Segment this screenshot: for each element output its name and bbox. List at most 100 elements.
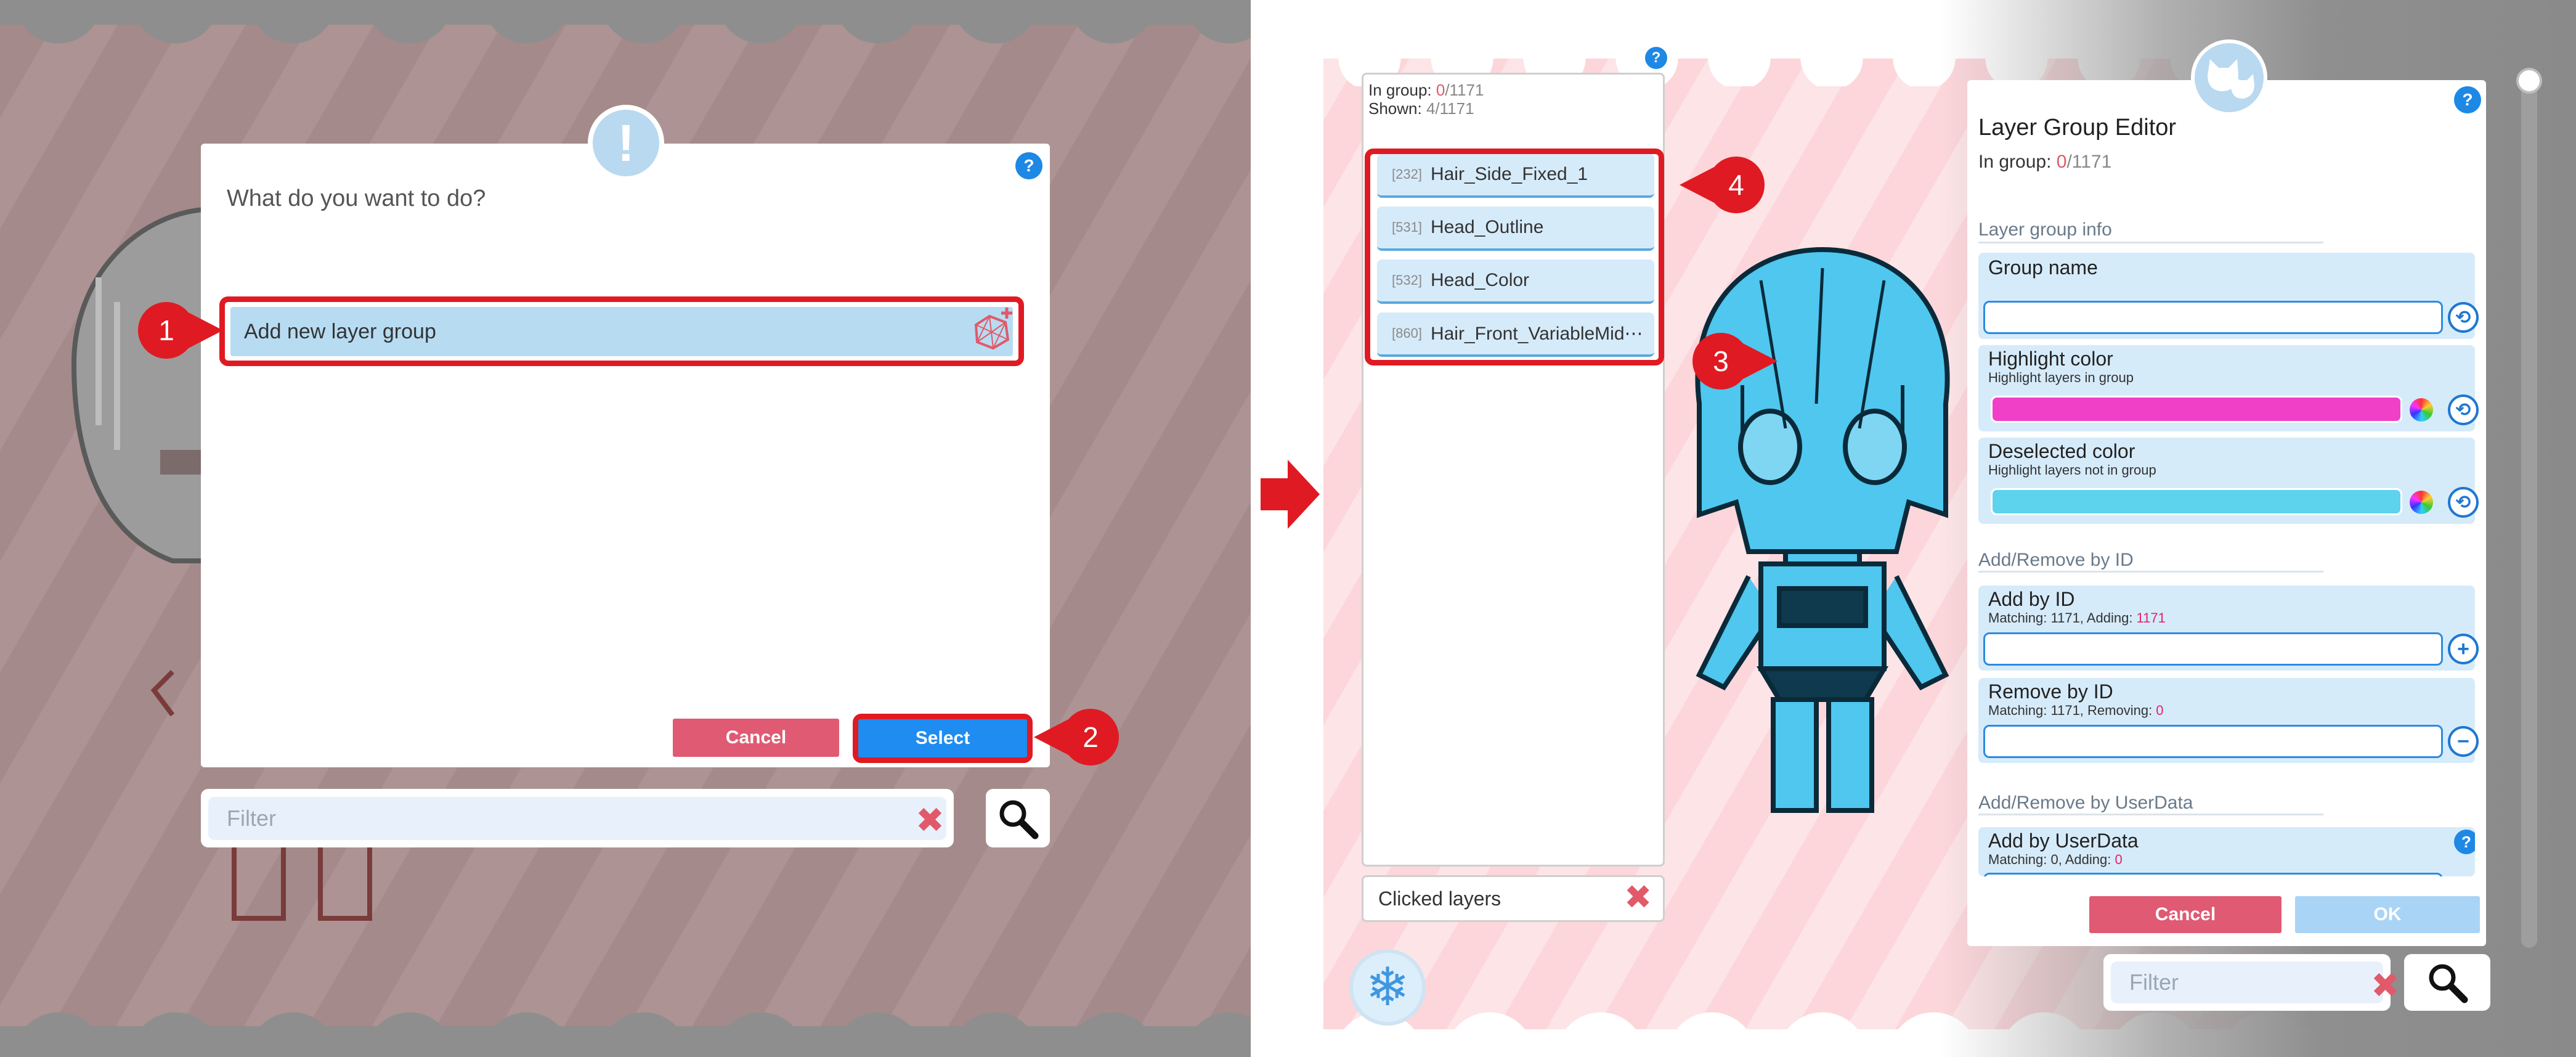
editor-filter-input[interactable]: Filter bbox=[2111, 961, 2383, 1003]
clear-clicked-layers-icon[interactable]: ✖ bbox=[1624, 878, 1652, 916]
layer-group-editor: Layer Group Editor In group: 0/1171 ? La… bbox=[1967, 80, 2486, 946]
add-by-id-sub-text: Matching: 1171, Adding: bbox=[1988, 610, 2137, 626]
group-name-card: Group name ⟲ bbox=[1978, 253, 2479, 339]
bottom-band bbox=[0, 1026, 1251, 1057]
clicked-layers-filter[interactable]: Clicked layers bbox=[1362, 875, 1665, 922]
highlight-box-layers bbox=[1365, 149, 1664, 365]
search-icon bbox=[999, 800, 1039, 839]
section-add-remove-by-id: Add/Remove by ID bbox=[1978, 550, 2323, 573]
search-button[interactable] bbox=[986, 789, 1050, 847]
list-stats: In group: 0/1171 Shown: 4/1171 bbox=[1368, 81, 1484, 118]
shown-value: 4/1171 bbox=[1426, 99, 1474, 118]
color-wheel-icon[interactable] bbox=[2410, 398, 2433, 422]
remove-by-id-label: Remove by ID bbox=[1988, 680, 2113, 703]
editor-filter-placeholder: Filter bbox=[2129, 969, 2179, 995]
editor-help-icon[interactable]: ? bbox=[2454, 86, 2481, 113]
layer-list-panel: In group: 0/1171 Shown: 4/1171 [232] Hair… bbox=[1362, 73, 1665, 867]
deselected-color-swatch[interactable] bbox=[1991, 488, 2402, 515]
filter-bar: Filter ✖ bbox=[201, 789, 954, 847]
in-group-value: 0 bbox=[1436, 81, 1445, 99]
exclamation-icon: ! bbox=[588, 105, 664, 181]
section-layer-group-info: Layer group info bbox=[1978, 219, 2323, 243]
left-screenshot-panel: What do you want to do? ? Add new layer … bbox=[0, 0, 1251, 1057]
add-by-id-input[interactable] bbox=[1983, 632, 2443, 666]
editor-filter-bar: Filter ✖ bbox=[2103, 954, 2400, 1011]
add-icon[interactable]: + bbox=[2448, 634, 2479, 664]
top-band bbox=[0, 0, 1251, 25]
marker-2: 2 bbox=[1023, 706, 1121, 771]
reset-deselected-color-icon[interactable]: ⟲ bbox=[2448, 487, 2479, 518]
right-arrow-icon bbox=[1261, 460, 1320, 529]
marker-1-label: 1 bbox=[158, 314, 174, 346]
select-button[interactable]: Select bbox=[858, 719, 1027, 757]
deselected-color-sub: Highlight layers not in group bbox=[1988, 462, 2156, 478]
marker-4: 4 bbox=[1668, 154, 1767, 219]
marker-4-label: 4 bbox=[1728, 169, 1744, 201]
color-wheel-icon[interactable] bbox=[2410, 491, 2433, 514]
remove-by-id-sub: Matching: 1171, Removing: 0 bbox=[1988, 703, 2164, 719]
remove-by-id-input[interactable] bbox=[1983, 725, 2443, 758]
group-name-label: Group name bbox=[1988, 256, 2098, 279]
help-icon[interactable]: ? bbox=[1015, 152, 1042, 179]
add-by-id-count: 1171 bbox=[2136, 610, 2166, 626]
option-label: Add new layer group bbox=[244, 319, 436, 343]
add-by-userdata-count: 0 bbox=[2115, 852, 2123, 867]
editor-title: Layer Group Editor bbox=[1978, 115, 2177, 141]
layer-group-add-icon bbox=[974, 308, 1012, 350]
in-group-total: /1171 bbox=[1445, 81, 1484, 99]
highlight-color-card: Highlight color Highlight layers in grou… bbox=[1978, 345, 2479, 431]
remove-icon[interactable]: − bbox=[2448, 726, 2479, 757]
deselected-color-card: Deselected color Highlight layers not in… bbox=[1978, 438, 2479, 524]
marker-1: 1 bbox=[136, 300, 228, 364]
remove-by-id-card: Remove by ID Matching: 1171, Removing: 0… bbox=[1978, 678, 2479, 763]
reset-group-name-icon[interactable]: ⟲ bbox=[2448, 302, 2479, 333]
cats-glyph bbox=[2208, 59, 2254, 99]
filter-input[interactable]: Filter bbox=[208, 797, 946, 840]
editor-in-group: In group: 0/1171 bbox=[1978, 152, 2111, 173]
remove-by-id-sub-text: Matching: 1171, Removing: bbox=[1988, 703, 2156, 718]
list-help-icon[interactable]: ? bbox=[1645, 47, 1667, 69]
reset-highlight-color-icon[interactable]: ⟲ bbox=[2448, 394, 2479, 425]
filter-placeholder: Filter bbox=[227, 806, 276, 831]
add-by-userdata-sub: Matching: 0, Adding: 0 bbox=[1988, 852, 2123, 868]
cancel-button[interactable]: Cancel bbox=[673, 719, 839, 757]
clear-filter-icon[interactable]: ✖ bbox=[916, 800, 945, 841]
vertical-slider-handle[interactable] bbox=[2516, 68, 2542, 94]
highlight-color-label: Highlight color bbox=[1988, 348, 2113, 370]
highlight-color-swatch[interactable] bbox=[1991, 396, 2402, 423]
editor-in-group-label: In group: bbox=[1978, 152, 2057, 172]
add-new-layer-group-option[interactable]: Add new layer group bbox=[230, 307, 1013, 356]
action-dialog: What do you want to do? ? Add new layer … bbox=[201, 144, 1050, 767]
marker-3: 3 bbox=[1690, 330, 1789, 395]
userdata-help-icon[interactable]: ? bbox=[2454, 830, 2475, 854]
shown-label: Shown: bbox=[1368, 99, 1426, 118]
cats-icon bbox=[2191, 39, 2267, 116]
in-group-label: In group: bbox=[1368, 81, 1436, 99]
add-by-userdata-label: Add by UserData bbox=[1988, 830, 2139, 852]
deselected-color-label: Deselected color bbox=[1988, 440, 2135, 462]
remove-by-id-count: 0 bbox=[2156, 703, 2164, 718]
snowflake-icon[interactable]: ❄ bbox=[1349, 949, 1426, 1026]
editor-in-group-total: /1171 bbox=[2066, 152, 2112, 172]
editor-clear-filter-icon[interactable]: ✖ bbox=[2371, 965, 2400, 1006]
vertical-slider-track[interactable] bbox=[2521, 73, 2537, 948]
search-icon bbox=[2429, 964, 2468, 1003]
editor-cancel-button[interactable]: Cancel bbox=[2089, 896, 2281, 933]
add-by-userdata-card: Add by UserData Matching: 0, Adding: 0 ? bbox=[1978, 827, 2475, 876]
add-by-id-label: Add by ID bbox=[1988, 588, 2075, 610]
add-by-id-sub: Matching: 1171, Adding: 1171 bbox=[1988, 610, 2166, 626]
add-by-id-card: Add by ID Matching: 1171, Adding: 1171 + bbox=[1978, 586, 2479, 671]
add-by-userdata-input[interactable] bbox=[1983, 873, 2443, 876]
section-add-remove-by-userdata: Add/Remove by UserData bbox=[1978, 793, 2323, 815]
character-preview bbox=[1695, 247, 1950, 813]
dialog-prompt: What do you want to do? bbox=[227, 186, 486, 211]
marker-3-label: 3 bbox=[1713, 345, 1729, 377]
editor-ok-button[interactable]: OK bbox=[2295, 896, 2480, 933]
editor-search-button[interactable] bbox=[2404, 954, 2490, 1011]
editor-in-group-value: 0 bbox=[2056, 152, 2067, 172]
add-by-userdata-sub-text: Matching: 0, Adding: bbox=[1988, 852, 2115, 867]
clicked-layers-label: Clicked layers bbox=[1378, 887, 1501, 910]
highlight-color-sub: Highlight layers in group bbox=[1988, 370, 2134, 385]
group-name-input[interactable] bbox=[1983, 301, 2443, 334]
list-shown: Shown: 4/1171 bbox=[1368, 99, 1484, 118]
